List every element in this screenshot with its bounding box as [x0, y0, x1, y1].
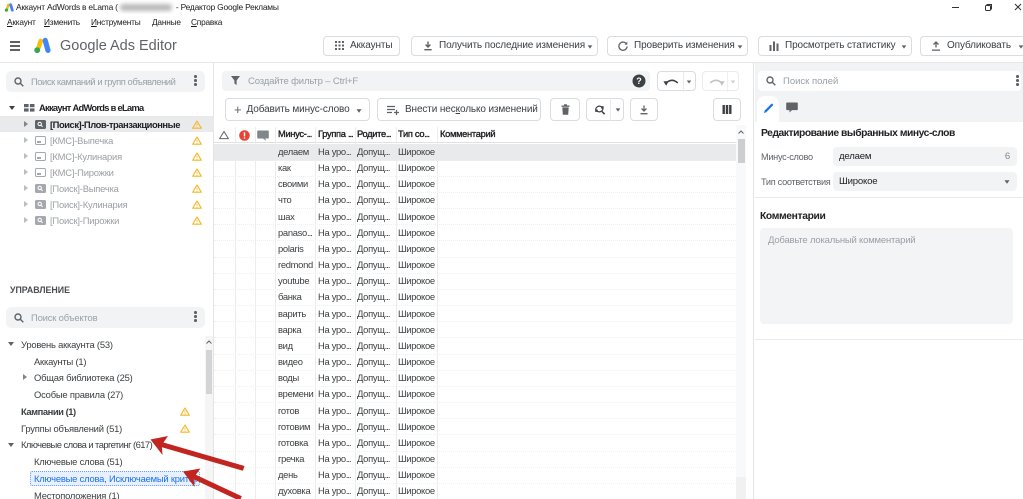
svg-text:?: ? [636, 76, 642, 86]
